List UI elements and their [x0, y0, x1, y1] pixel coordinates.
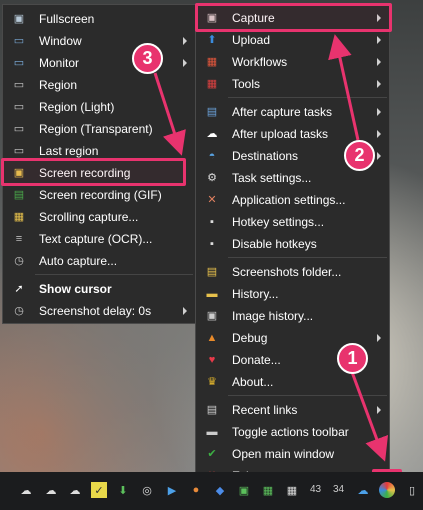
cloud-upload-icon[interactable]: ☁ [18, 482, 34, 498]
arrow-1 [350, 371, 389, 462]
shield-icon[interactable]: ◆ [212, 482, 228, 498]
remote-desktop-icon[interactable]: ▶ [164, 482, 180, 498]
sticky-notes-icon[interactable]: ✓ [91, 482, 107, 498]
arrow-2 [328, 34, 360, 141]
sharex-tray-icon[interactable] [379, 482, 395, 498]
step-badge-2: 2 [344, 140, 375, 171]
step-badge-3: 3 [132, 43, 163, 74]
download-icon[interactable]: ⬇ [115, 482, 131, 498]
calendar-icon[interactable]: ▦ [260, 482, 276, 498]
steam-icon[interactable]: ◎ [139, 482, 155, 498]
taskbar-number-2: 34 [333, 484, 345, 495]
greenshot-icon[interactable]: ▣ [236, 482, 252, 498]
cloud-upload-icon-2[interactable]: ☁ [43, 482, 59, 498]
microphone-icon[interactable]: ● [188, 482, 204, 498]
taskbar-number-1: 43 [310, 484, 322, 495]
usb-icon[interactable]: ▯ [404, 482, 420, 498]
arrow-3 [153, 72, 186, 156]
taskbar: ☁ ☁ ☁ ✓ ⬇ ◎ ▶ ● ◆ ▣ ▦ ▦ 43 34 ☁ ▯ [0, 472, 423, 510]
onedrive-icon[interactable]: ☁ [355, 482, 371, 498]
calendar-grid-icon[interactable]: ▦ [284, 482, 300, 498]
step-badge-1: 1 [337, 343, 368, 374]
annotation-arrows [153, 34, 389, 462]
cloud-upload-icon-3[interactable]: ☁ [67, 482, 83, 498]
